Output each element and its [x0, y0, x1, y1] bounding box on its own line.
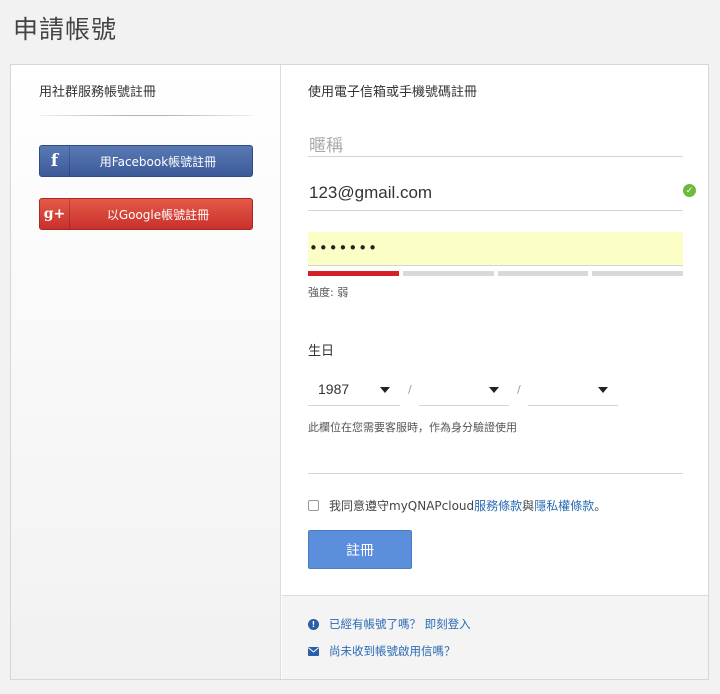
nickname-underline: [308, 156, 683, 157]
login-link[interactable]: ! 已經有帳號了嗎？ 即刻登入: [308, 616, 471, 632]
terms-of-service-link[interactable]: 服務條款: [474, 497, 522, 514]
resend-activation-link[interactable]: 尚未收到帳號啟用信嗎？: [308, 643, 456, 659]
agree-checkbox[interactable]: [308, 500, 319, 511]
facebook-icon: f: [40, 146, 70, 176]
google-signup-button[interactable]: g+ 以Google帳號註冊: [39, 198, 253, 230]
chevron-down-icon: [380, 387, 390, 393]
chevron-down-icon: [489, 387, 499, 393]
google-signup-label: 以Google帳號註冊: [106, 207, 210, 222]
social-heading: 用社群服務帳號註冊: [39, 85, 157, 100]
chevron-down-icon: [598, 387, 608, 393]
birth-year-value: 1987: [318, 381, 350, 397]
password-strength-label: 強度: 弱: [308, 286, 349, 299]
divider: [308, 473, 683, 474]
agree-and-text: 與: [522, 499, 535, 513]
password-input[interactable]: •••••••: [308, 232, 683, 266]
privacy-policy-link[interactable]: 隱私權條款: [534, 497, 594, 514]
birth-day-select[interactable]: [528, 374, 618, 406]
account-help-links: ! 已經有帳號了嗎？ 即刻登入 尚未收到帳號啟用信嗎？: [282, 595, 708, 679]
date-separator: /: [408, 383, 412, 396]
signup-card: 用社群服務帳號註冊 f 用Facebook帳號註冊 g+ 以Google帳號註冊…: [10, 64, 709, 680]
strength-segment: [308, 271, 399, 276]
strength-segment: [402, 271, 494, 276]
birth-year-select[interactable]: 1987: [308, 374, 400, 406]
resend-link-label: 尚未收到帳號啟用信嗎？: [329, 644, 456, 658]
birthday-note: 此欄位在您需要客服時，作為身分驗證使用: [308, 421, 517, 434]
agree-text: 我同意遵守myQNAPcloud: [329, 499, 475, 513]
login-link-label: 已經有帳號了嗎？ 即刻登入: [329, 617, 471, 631]
agree-suffix: 。: [594, 499, 607, 513]
social-signup-panel: 用社群服務帳號註冊 f 用Facebook帳號註冊 g+ 以Google帳號註冊: [11, 65, 281, 679]
mail-icon: [308, 646, 319, 657]
password-strength-meter: [308, 271, 683, 276]
divider: [39, 115, 253, 116]
birthday-label: 生日: [308, 344, 335, 359]
terms-agreement: 我同意遵守myQNAPcloud 服務條款 與 隱私權條款 。: [308, 497, 606, 514]
strength-segment: [497, 271, 589, 276]
email-input[interactable]: 123@gmail.com: [309, 183, 432, 203]
email-signup-heading: 使用電子信箱或手機號碼註冊: [308, 85, 478, 100]
facebook-signup-button[interactable]: f 用Facebook帳號註冊: [39, 145, 253, 177]
check-valid-icon: ✓: [683, 184, 696, 197]
email-underline: [308, 210, 683, 211]
register-button[interactable]: 註冊: [308, 530, 412, 569]
date-separator: /: [517, 383, 521, 396]
birth-month-select[interactable]: [419, 374, 509, 406]
page-title: 申請帳號: [13, 15, 118, 44]
facebook-signup-label: 用Facebook帳號註冊: [99, 154, 217, 169]
google-plus-icon: g+: [40, 199, 70, 229]
strength-segment: [592, 271, 683, 276]
exclamation-icon: !: [308, 618, 319, 630]
nickname-input[interactable]: 暱稱: [309, 131, 343, 156]
